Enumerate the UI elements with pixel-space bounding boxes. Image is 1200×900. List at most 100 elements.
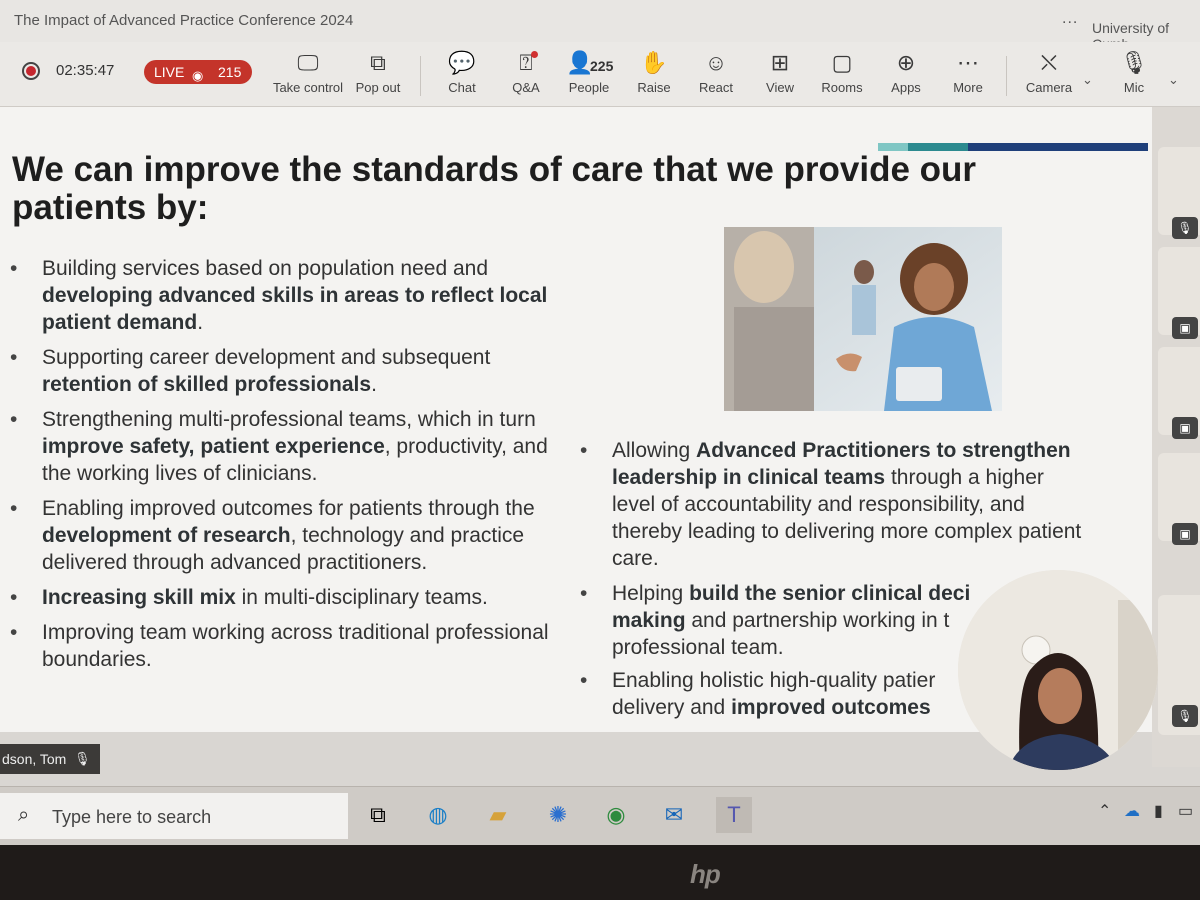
left-bullet-list: Building services based on population ne… [10,255,552,673]
rooms-button[interactable]: ▢ Rooms [818,50,866,102]
bullet-item: Supporting career development and subseq… [10,344,552,398]
bullet-text: Improving team working across traditiona… [42,621,549,671]
windows-taskbar: ⌕ Type here to search ⧉ ◍ ▰ ✺ ◉ ✉ T ⌃ ☁ … [0,786,1200,845]
presenter-video[interactable] [958,570,1158,770]
more-button[interactable]: ⋯ More [946,50,990,102]
bullet-text: Enabling improved outcomes for patients … [42,497,535,520]
microphone-icon[interactable]: ▮ [1154,801,1163,821]
more-options-icon[interactable]: ... [1062,10,1078,28]
people-count: 225 [590,58,614,74]
participant-tile[interactable]: ▣ [1158,247,1200,339]
take-control-button[interactable]: 🖵 Take control [272,50,344,102]
mic-off-icon: 🎙 [74,751,91,766]
meeting-timer: 02:35:47 [56,62,115,79]
taskbar-search[interactable]: ⌕ Type here to search [0,793,348,839]
nurse-photo [724,227,1002,411]
slide-title: We can improve the standards of care tha… [12,150,977,227]
participant-tile[interactable]: 🎙 [1158,595,1200,735]
mic-options-chevron-icon[interactable]: ⌄ [1168,72,1179,88]
bullet-text: and partnership working in t [685,609,950,632]
bullet-emphasis: development of research [42,524,291,547]
mic-off-icon: 🎙 [1120,50,1148,75]
grid-icon: ⊞ [770,50,790,75]
bullet-emphasis: Increasing skill mix [42,586,236,609]
qa-button[interactable]: ⍰ Q&A [504,50,548,102]
camera-off-icon: ▣ [1172,523,1198,545]
bullet-emphasis: making [612,609,686,632]
pop-out-button[interactable]: ⧉ Pop out [352,50,404,102]
live-label: LIVE [154,64,185,80]
bullet-emphasis: improve safety, patient experience [42,435,385,458]
hand-icon: ✋ [640,50,668,75]
app-gear-icon[interactable]: ✺ [540,797,576,833]
camera-options-chevron-icon[interactable]: ⌄ [1082,72,1093,88]
meeting-toolbar: 02:35:47 LIVE ◉ 215 🖵 Take control ⧉ Pop… [0,42,1200,107]
bullet-text: professional team. [612,636,784,659]
eye-icon: ◉ [192,68,204,83]
bullet-item: Building services based on population ne… [10,255,552,336]
mic-off-icon: 🎙 [1172,217,1198,239]
smiley-icon: ☺ [704,50,728,75]
participant-tile[interactable]: 🎙 [1158,147,1200,239]
monitor-cursor-icon: 🖵 [297,50,319,75]
bullet-item: Strengthening multi-professional teams, … [10,406,552,487]
bullet-item: Increasing skill mix in multi-disciplina… [10,584,552,611]
onedrive-icon[interactable]: ☁ [1124,801,1140,821]
notification-dot [531,51,538,58]
camera-off-icon: ▣ [1172,317,1198,339]
camera-off-icon: ⛌ [1040,50,1058,75]
toolbar-divider [1006,56,1007,96]
rooms-icon: ▢ [831,50,853,75]
camera-button[interactable]: ⛌ Camera [1024,50,1074,102]
plus-icon: ⊕ [896,50,916,75]
window-title: The Impact of Advanced Practice Conferen… [14,12,354,29]
laptop-bezel: hp [0,845,1200,900]
bullet-item: Improving team working across traditiona… [10,619,552,673]
task-view-icon[interactable]: ⧉ [360,797,396,833]
bullet-text: delivery and [612,696,732,719]
view-button[interactable]: ⊞ View [758,50,802,102]
bullet-text: Enabling holistic high-quality patier [612,669,936,692]
react-button[interactable]: ☺ React [694,50,738,102]
toolbar-divider [420,56,421,96]
presenter-name: dson, Tom [2,751,67,767]
file-explorer-icon[interactable]: ▰ [480,797,516,833]
apps-button[interactable]: ⊕ Apps [884,50,928,102]
participant-gallery: 🎙 ▣ ▣ ▣ 🎙 [1152,107,1200,767]
chrome-icon[interactable]: ◉ [598,797,634,833]
chat-button[interactable]: 💬 Chat [440,50,484,102]
chat-icon: 💬 [448,50,476,75]
teams-icon[interactable]: T [716,797,752,833]
bullet-text: Helping [612,582,690,605]
bullet-text: Allowing [612,439,697,462]
edge-icon[interactable]: ◍ [420,797,456,833]
live-badge: LIVE ◉ 215 [144,60,252,84]
search-icon: ⌕ [18,804,30,826]
recording-icon [22,62,40,80]
tray-chevron-up-icon[interactable]: ⌃ [1098,801,1111,821]
mic-off-icon: 🎙 [1172,705,1198,727]
bullet-emphasis: retention of skilled professionals [42,373,372,396]
screen: The Impact of Advanced Practice Conferen… [0,0,1200,845]
network-icon[interactable]: ▭ [1178,801,1193,821]
outlook-icon[interactable]: ✉ [656,797,692,833]
camera-off-icon: ▣ [1172,417,1198,439]
bullet-emphasis: developing advanced skills in areas to r… [42,284,548,334]
bullet-item: Enabling improved outcomes for patients … [10,495,552,576]
hp-logo: hp [690,859,721,889]
mic-button[interactable]: 🎙 Mic [1116,50,1152,102]
bullet-text: . [371,373,377,396]
bullet-text: . [197,311,204,334]
participant-tile[interactable]: ▣ [1158,347,1200,439]
bullet-text: Supporting career development and subseq… [42,346,491,369]
bullet-text: Strengthening multi-professional teams, … [42,408,536,431]
raise-hand-button[interactable]: ✋ Raise [632,50,676,102]
presenter-name-tag: dson, Tom 🎙 [0,744,100,774]
bullet-emphasis: build the senior clinical deci [689,582,971,605]
question-icon: ⍰ [519,50,533,75]
presenter-video-feed [958,570,1158,770]
participant-tile[interactable]: ▣ [1158,453,1200,545]
bullet-text: in multi-disciplinary teams. [235,586,488,609]
bullet-item: Allowing Advanced Practitioners to stren… [580,437,1082,572]
nurse-photo-illustration [724,227,1002,411]
